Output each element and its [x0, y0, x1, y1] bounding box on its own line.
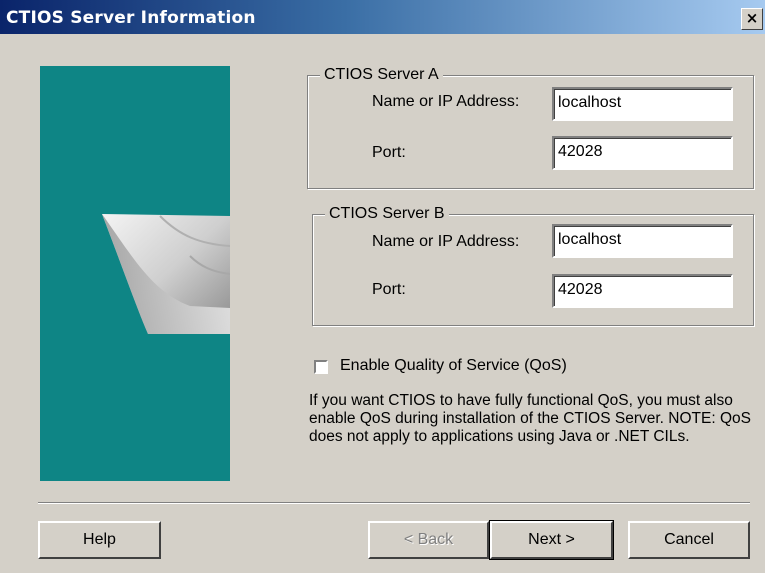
- server-a-name-label: Name or IP Address:: [372, 93, 520, 110]
- footer-separator: [38, 502, 750, 504]
- server-b-name-input[interactable]: localhost: [552, 224, 733, 258]
- server-b-legend: CTIOS Server B: [325, 205, 449, 223]
- wizard-side-panel: [40, 66, 230, 481]
- close-icon: ×: [745, 9, 759, 27]
- server-a-name-input[interactable]: localhost: [552, 87, 733, 121]
- cancel-button[interactable]: Cancel: [628, 521, 750, 559]
- back-button[interactable]: < Back: [368, 521, 489, 559]
- help-button[interactable]: Help: [38, 521, 161, 559]
- folded-page-graphic: [102, 214, 230, 334]
- qos-checkbox-label[interactable]: Enable Quality of Service (QoS): [340, 357, 567, 375]
- next-button[interactable]: Next >: [489, 520, 614, 560]
- qos-info-text: If you want CTIOS to have fully function…: [309, 392, 751, 445]
- title-bar: CTIOS Server Information ×: [0, 0, 765, 34]
- qos-checkbox[interactable]: [314, 360, 328, 374]
- server-b-port-input[interactable]: 42028: [552, 274, 733, 308]
- server-a-legend: CTIOS Server A: [320, 66, 443, 84]
- window-title: CTIOS Server Information: [6, 8, 256, 28]
- server-a-port-input[interactable]: 42028: [552, 136, 733, 170]
- server-b-port-label: Port:: [372, 281, 406, 298]
- server-b-name-label: Name or IP Address:: [372, 233, 520, 250]
- server-a-port-label: Port:: [372, 144, 406, 161]
- close-button[interactable]: ×: [741, 8, 763, 30]
